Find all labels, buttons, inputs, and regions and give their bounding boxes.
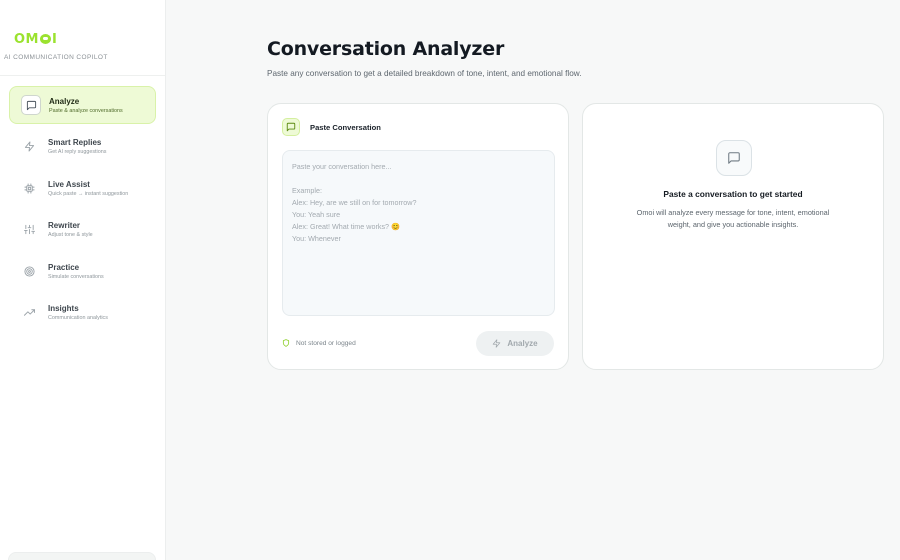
sidebar-item-subtitle: Get AI reply suggestions [48, 149, 107, 155]
analyze-button[interactable]: Analyze [476, 331, 554, 356]
sidebar-item-title: Rewriter [48, 221, 81, 230]
card-title: Paste Conversation [310, 122, 381, 132]
privacy-text: Not stored or logged [296, 339, 356, 347]
sidebar-item-title: Insights [48, 304, 79, 313]
sidebar-item-analyze[interactable]: Analyze Paste & analyze conversations [9, 86, 156, 124]
logo-text-left: OM [14, 31, 39, 47]
sidebar-item-subtitle: Adjust tone & style [48, 232, 93, 238]
sidebar-item-title: Live Assist [48, 179, 90, 189]
sidebar-item-insights[interactable]: Insights Communication analytics [9, 294, 156, 332]
logo-bubble-icon [40, 34, 51, 44]
message-square-icon [21, 95, 41, 115]
conversation-textarea[interactable]: Paste your conversation here... Example:… [282, 150, 555, 316]
message-square-icon [282, 118, 300, 136]
sidebar-item-subtitle: Quick paste → instant suggestion [48, 190, 129, 197]
card-header: Paste Conversation [282, 118, 381, 136]
omoi-logo[interactable]: OM I [14, 31, 165, 47]
shield-icon [282, 339, 290, 347]
empty-state-description: Omoi will analyze every message for tone… [636, 208, 830, 229]
sidebar-item-rewriter[interactable]: Rewriter Adjust tone & style [9, 211, 156, 249]
sidebar-item-subtitle: Paste & analyze conversations [49, 107, 123, 114]
sidebar-item-title: Analyze [49, 96, 80, 106]
lightning-icon [492, 339, 501, 348]
sidebar-item-title: Practice [48, 262, 80, 272]
page-title: Conversation Analyzer [267, 38, 505, 60]
empty-state-message-icon [716, 140, 752, 176]
trending-up-icon [20, 304, 38, 322]
cpu-icon [20, 179, 38, 197]
sidebar-item-practice[interactable]: Practice Simulate conversations [9, 252, 156, 290]
sidebar: OM I AI COMMUNICATION COPILOT Analyze Pa… [0, 0, 166, 560]
main-content: Conversation Analyzer Paste any conversa… [166, 0, 900, 560]
sliders-icon [20, 221, 38, 239]
page-subtitle: Paste any conversation to get a detailed… [267, 69, 582, 78]
sidebar-item-subtitle: Simulate conversations [48, 273, 104, 280]
logo-text-right: I [52, 31, 58, 47]
privacy-note: Not stored or logged [282, 339, 356, 347]
sidebar-item-subtitle: Communication analytics [48, 315, 108, 321]
sidebar-footer[interactable] [8, 552, 156, 560]
sidebar-nav: Analyze Paste & analyze conversations Sm… [0, 76, 165, 332]
paste-conversation-card: Paste Conversation Paste your conversati… [267, 103, 569, 370]
sidebar-item-smart-replies[interactable]: Smart Replies Get AI reply suggestions [9, 128, 156, 166]
target-icon [20, 262, 38, 280]
empty-state-title: Paste a conversation to get started [663, 189, 803, 199]
analyze-button-label: Analyze [507, 339, 538, 348]
brand-tagline: AI COMMUNICATION COPILOT [4, 54, 108, 61]
results-card: Paste a conversation to get started Omoi… [582, 103, 884, 370]
lightning-icon [20, 138, 38, 156]
sidebar-item-live-assist[interactable]: Live Assist Quick paste → instant sugges… [9, 169, 156, 207]
sidebar-item-title: Smart Replies [48, 138, 102, 147]
brand: OM I AI COMMUNICATION COPILOT [0, 0, 165, 76]
